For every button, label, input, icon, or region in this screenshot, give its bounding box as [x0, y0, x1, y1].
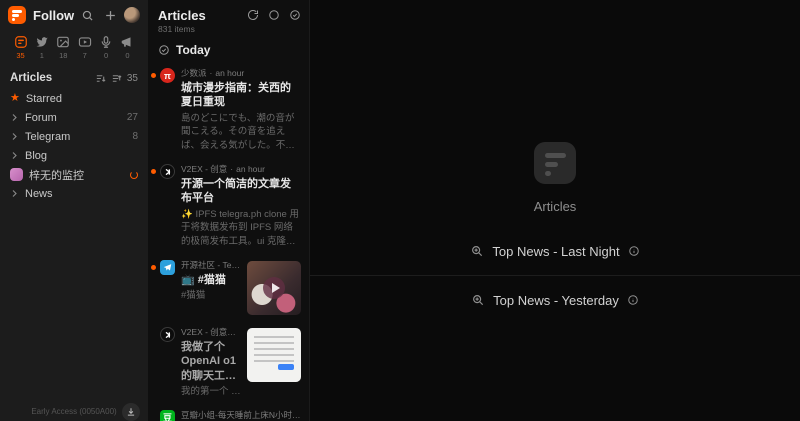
download-icon — [126, 407, 136, 417]
version-label: Early Access (0050A00) — [31, 407, 116, 416]
sidebar-item-feed-monitor[interactable]: 梓无的监控 — [0, 165, 148, 184]
user-avatar[interactable] — [124, 7, 140, 23]
tab-notifications[interactable]: 0 — [119, 35, 136, 60]
info-icon[interactable] — [628, 245, 640, 257]
ai-daily-icon — [470, 244, 484, 258]
list-header: Articles 831 items — [148, 0, 309, 36]
entry-title: 开源一个简洁的文章发布平台 — [181, 177, 301, 206]
list-item[interactable]: 开源社区 - Telegram…·2 hours 📺 #猫猫 #猫猫 — [148, 254, 309, 321]
refresh-icon[interactable] — [247, 9, 259, 21]
group-header-today[interactable]: Today — [148, 36, 309, 62]
entry-meta: 开源社区 - Telegram…·2 hours — [181, 259, 241, 271]
entry-meta: V2EX - 创意·an hour — [181, 163, 301, 175]
entry-meta: 少数派·an hour — [181, 67, 301, 79]
feed-favicon-telegram — [160, 260, 175, 275]
picture-icon — [56, 35, 70, 49]
ai-daily-icon — [471, 293, 485, 307]
tab-pictures[interactable]: 18 — [55, 35, 72, 60]
entry-title: 城市漫步指南：关西的夏日重现 — [181, 81, 301, 110]
sidebar-footer: Early Access (0050A00) — [0, 407, 148, 416]
unread-dot — [151, 73, 156, 78]
unread-dot — [151, 169, 156, 174]
chevron-right-icon — [10, 151, 19, 160]
section-title: Articles — [10, 72, 95, 84]
list-item-count: 831 items — [158, 24, 299, 34]
list-item[interactable]: V2EX - 创意·3 hours 我做了个 OpenAI o1 的聊天工具站，… — [148, 321, 309, 404]
top-news-yesterday-button[interactable]: Top News - Yesterday — [310, 285, 800, 315]
loading-spinner-icon — [130, 171, 138, 179]
video-thumbnail[interactable] — [247, 261, 301, 315]
mark-all-read-icon[interactable] — [289, 9, 301, 21]
unread-dot — [151, 265, 156, 270]
sidebar-item-starred[interactable]: ★ Starred — [0, 89, 148, 108]
sort-order-icon[interactable] — [95, 73, 106, 84]
screenshot-thumbnail[interactable] — [247, 328, 301, 382]
sidebar-item-news[interactable]: News — [0, 184, 148, 203]
list-item[interactable]: V2EX - 创意·an hour 开源一个简洁的文章发布平台 ✨ IPFS t… — [148, 158, 309, 254]
group-view-icon[interactable] — [111, 73, 122, 84]
top-news-last-night-button[interactable]: Top News - Last Night — [310, 236, 800, 266]
video-icon — [78, 35, 92, 49]
tab-social-media[interactable]: 1 — [33, 35, 50, 60]
feed-favicon-douban: 豆 — [160, 410, 175, 421]
entry-description: 我的第一个 AI 聊天站上… — [181, 385, 241, 398]
play-icon — [263, 277, 285, 299]
tab-videos[interactable]: 7 — [76, 35, 93, 60]
entry-list-column: Articles 831 items Today π 少数派·an hour 城… — [148, 0, 310, 421]
sidebar-section-header: Articles 35 — [0, 63, 148, 89]
microphone-icon — [99, 35, 113, 49]
entry-title: 我做了个 OpenAI o1 的聊天工具站，给大家免费试用 — [181, 340, 241, 383]
chevron-right-icon — [10, 132, 19, 141]
entry-meta: 豆瓣小组-每天睡前上床N小时我们一起聊…·3 hours — [181, 409, 301, 421]
unread-only-icon[interactable] — [268, 9, 280, 21]
feed-avatar — [10, 168, 23, 181]
divider — [310, 275, 800, 276]
list-item[interactable]: π 少数派·an hour 城市漫步指南：关西的夏日重现 島のどこにでも、潮の音… — [148, 62, 309, 158]
view-tabs: 35 1 18 7 0 0 — [0, 28, 148, 63]
sidebar-item-forum[interactable]: Forum 27 — [0, 108, 148, 127]
bird-icon — [35, 35, 49, 49]
list-item[interactable]: 豆 豆瓣小组-每天睡前上床N小时我们一起聊…·3 hours 中老年的时光 “一… — [148, 404, 309, 421]
chevron-right-icon — [10, 113, 19, 122]
tab-audio[interactable]: 0 — [98, 35, 115, 60]
section-unread-count: 35 — [127, 73, 138, 84]
app-window: Follow 35 1 18 7 — [0, 0, 800, 421]
placeholder-logo-icon — [534, 142, 576, 184]
info-icon[interactable] — [627, 294, 639, 306]
download-update-button[interactable] — [122, 403, 140, 421]
add-subscription-icon[interactable] — [102, 6, 119, 24]
app-title: Follow — [33, 8, 74, 23]
feed-favicon-v2ex — [160, 164, 175, 179]
placeholder-label: Articles — [534, 199, 577, 214]
entry-title: 📺 #猫猫 — [181, 273, 241, 287]
entry-description: #猫猫 — [181, 289, 241, 302]
tab-articles[interactable]: 35 — [12, 35, 29, 60]
check-circle-icon — [158, 44, 170, 56]
star-icon: ★ — [10, 93, 20, 104]
sidebar-header: Follow — [0, 0, 148, 28]
sidebar-item-blog[interactable]: Blog — [0, 146, 148, 165]
follow-logo-icon — [8, 6, 26, 24]
search-icon[interactable] — [79, 6, 96, 24]
feed-favicon-sspai: π — [160, 68, 175, 83]
entry-description: 島のどこにでも、潮の音が聞こえる。その音を追えば、会える気がした。不管在岛的哪里… — [181, 112, 301, 152]
entry-meta: V2EX - 创意·3 hours — [181, 326, 241, 338]
megaphone-icon — [120, 35, 134, 49]
chevron-right-icon — [10, 189, 19, 198]
content-pane: Articles Top News - Last Night Top News … — [310, 0, 800, 421]
sidebar-item-telegram[interactable]: Telegram 8 — [0, 127, 148, 146]
sidebar: Follow 35 1 18 7 — [0, 0, 148, 421]
ai-daily-section: Top News - Last Night Top News - Yesterd… — [310, 236, 800, 315]
entry-description: ✨ IPFS telegra.ph clone 用于将数据发布到 IPFS 网络… — [181, 208, 301, 248]
articles-icon — [14, 35, 28, 49]
feed-favicon-v2ex — [160, 327, 175, 342]
